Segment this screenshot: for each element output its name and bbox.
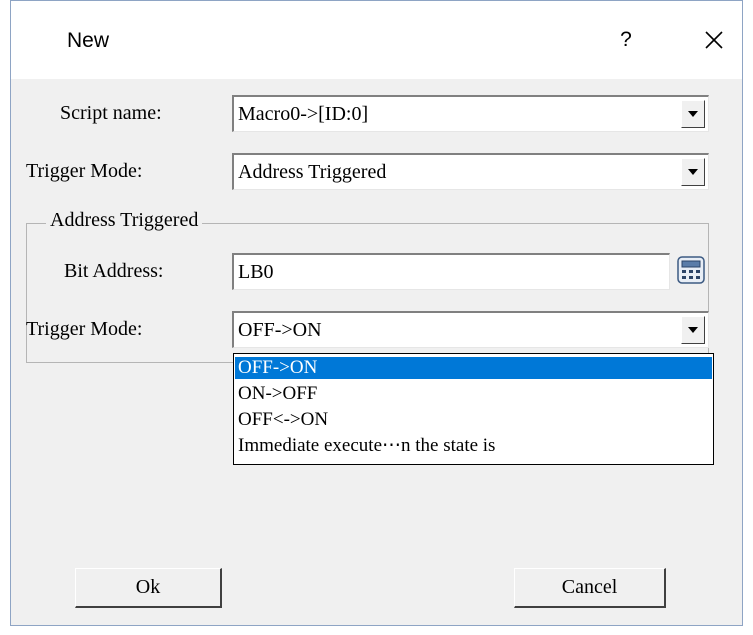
chevron-down-icon [688, 327, 698, 333]
dropdown-option-off-on[interactable]: OFF->ON [235, 357, 712, 379]
bit-address-value: LB0 [238, 261, 274, 283]
calculator-icon [677, 256, 705, 284]
inner-trigger-mode-value: OFF->ON [238, 319, 322, 341]
cancel-button[interactable]: Cancel [514, 568, 666, 608]
trigger-mode-value: Address Triggered [238, 161, 387, 183]
close-icon [705, 31, 723, 49]
trigger-mode-combo[interactable]: Address Triggered [232, 153, 709, 190]
bit-address-label: Bit Address: [64, 260, 164, 282]
trigger-mode-label: Trigger Mode: [26, 160, 143, 182]
trigger-mode-dropdown-list: OFF->ON ON->OFF OFF<->ON Immediate execu… [233, 353, 714, 465]
dropdown-option-off-on-toggle[interactable]: OFF<->ON [235, 409, 712, 431]
close-button[interactable] [699, 25, 729, 55]
ok-button[interactable]: Ok [75, 568, 222, 608]
script-name-combo[interactable]: Macro0->[ID:0] [232, 95, 709, 132]
inner-trigger-mode-dropdown-button[interactable] [681, 316, 705, 344]
chevron-down-icon [688, 111, 698, 117]
script-name-label: Script name: [60, 102, 162, 124]
script-name-dropdown-button[interactable] [681, 100, 705, 128]
chevron-down-icon [688, 169, 698, 175]
address-triggered-group-title: Address Triggered [46, 209, 203, 232]
bit-address-input[interactable]: LB0 [232, 253, 670, 290]
script-name-value: Macro0->[ID:0] [238, 103, 369, 125]
dropdown-option-on-off[interactable]: ON->OFF [235, 383, 712, 405]
trigger-mode-dropdown-button[interactable] [681, 158, 705, 186]
dialog-title: New [67, 29, 110, 52]
dropdown-option-immediate-execute[interactable]: Immediate execute⋯n the state is [235, 435, 712, 457]
title-bar: New ? [11, 1, 742, 79]
help-button[interactable]: ? [611, 25, 641, 55]
calculator-button[interactable] [674, 252, 708, 288]
inner-trigger-mode-combo[interactable]: OFF->ON [232, 311, 709, 348]
inner-trigger-mode-label: Trigger Mode: [26, 318, 143, 340]
